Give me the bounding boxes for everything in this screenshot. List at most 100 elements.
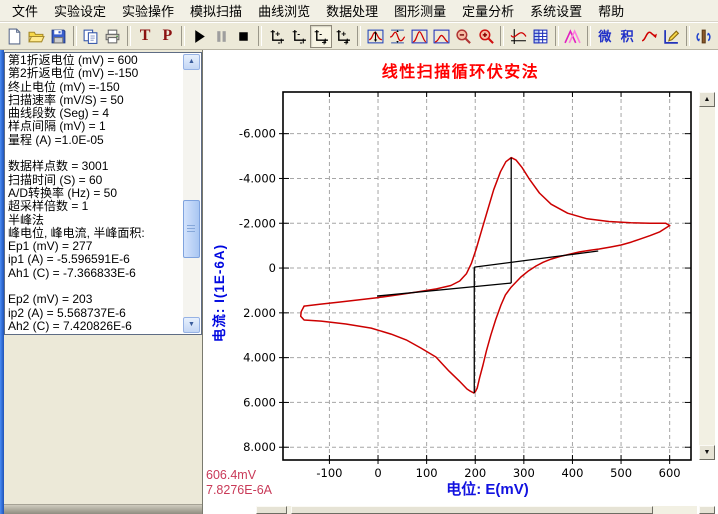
menu-item-9[interactable]: 帮助	[590, 0, 632, 22]
save-file-button[interactable]	[47, 25, 69, 48]
rotate-3d-button[interactable]	[693, 25, 715, 48]
menu-bar: 文件实验设定实验操作模拟扫描曲线浏览数据处理图形测量定量分析系统设置帮助	[0, 0, 718, 22]
y-tick-label: 2.000	[243, 306, 276, 320]
menu-item-1[interactable]: 实验设定	[46, 0, 114, 22]
integral-button[interactable]: 积	[616, 25, 638, 48]
param-line: 量程 (A) =1.0E-05	[8, 134, 182, 147]
svg-text:+: +	[322, 37, 327, 45]
param-line: 超采样倍数 = 1	[8, 200, 182, 213]
param-line: 峰电位, 峰电流, 半峰面积:	[8, 227, 182, 240]
menu-item-8[interactable]: 系统设置	[522, 0, 590, 22]
panel-scrollbar[interactable]: ▲ ▼	[183, 54, 200, 333]
quadrant-plus-plus-button[interactable]: ++	[332, 25, 354, 48]
param-line: Ah2 (C) = 7.420826E-6	[8, 320, 182, 333]
cv-forward-scan-curve	[304, 158, 670, 307]
parameter-panel[interactable]: 第1折返电位 (mV) = 600第2折返电位 (mV) =-150终止电位 (…	[4, 52, 202, 335]
svg-text:-: -	[299, 37, 302, 45]
zoom-out-button[interactable]	[453, 25, 475, 48]
smooth-curve-button[interactable]	[638, 25, 660, 48]
open-file-button[interactable]	[25, 25, 47, 48]
param-line: Ah1 (C) = -7.366833E-6	[8, 267, 182, 280]
copy-button[interactable]	[80, 25, 102, 48]
param-line: 第2折返电位 (mV) =-150	[8, 67, 182, 80]
derivative-icon: 微	[598, 30, 611, 43]
y-tick-label: 6.000	[243, 395, 276, 409]
parameter-text: 第1折返电位 (mV) = 600第2折返电位 (mV) =-150终止电位 (…	[8, 54, 182, 333]
chart-vertical-scrollbar[interactable]: ▲ ▼	[699, 92, 715, 460]
param-line	[8, 280, 182, 293]
chart-scroll-up-button[interactable]: ▲	[699, 92, 715, 107]
data-table-button[interactable]	[529, 25, 551, 48]
text-label-p-button[interactable]: P	[156, 25, 178, 48]
quadrant-minus-plus-button[interactable]: -+	[310, 25, 332, 48]
window-bottom-edge	[4, 504, 202, 514]
panel-scroll-down-button[interactable]: ▼	[183, 317, 200, 333]
quadrant-minus-plus-icon: -+	[312, 28, 329, 45]
cv-plot[interactable]: -6.000-4.000-2.00002.0004.0006.0008.000-…	[203, 50, 718, 514]
quadrant-minus-minus-button[interactable]: --	[287, 25, 309, 48]
panel-scroll-track[interactable]	[183, 70, 200, 317]
peak-autoscale-button[interactable]	[364, 25, 386, 48]
run-button[interactable]	[188, 25, 210, 48]
x-tick-label: -100	[316, 466, 342, 480]
curve-axes-button[interactable]	[507, 25, 529, 48]
x-tick-label: 0	[374, 466, 381, 480]
quadrant-plus-minus-button[interactable]: +-	[265, 25, 287, 48]
peak-window-button[interactable]	[408, 25, 430, 48]
y-tick-label: 8.000	[243, 440, 276, 454]
menu-item-3[interactable]: 模拟扫描	[182, 0, 250, 22]
y-tick-label: -4.000	[239, 171, 276, 185]
scroll-grip-icon	[187, 225, 195, 234]
integral-icon: 积	[621, 30, 634, 43]
zoom-in-button[interactable]	[475, 25, 497, 48]
x-tick-label: 600	[659, 466, 681, 480]
menu-item-6[interactable]: 图形测量	[386, 0, 454, 22]
smooth-curve-icon	[641, 28, 658, 45]
param-line: 数据样点数 = 3001	[8, 160, 182, 173]
chart-scrollbar-corner	[699, 506, 715, 514]
overlay-curves-button[interactable]	[562, 25, 584, 48]
zoom-in-icon	[478, 28, 495, 45]
text-label-p-icon: P	[162, 28, 172, 44]
param-line: 样点间隔 (mV) = 1	[8, 120, 182, 133]
menu-item-7[interactable]: 定量分析	[454, 0, 522, 22]
curve-compress-button[interactable]	[386, 25, 408, 48]
stop-button[interactable]	[233, 25, 255, 48]
anodic-baseline	[377, 283, 511, 296]
overlay-curves-icon	[564, 28, 581, 45]
new-file-button[interactable]	[3, 25, 25, 48]
zoom-out-icon	[455, 28, 472, 45]
y-tick-label: -6.000	[239, 127, 276, 141]
toolbar-separator	[127, 26, 131, 46]
curve-compress-icon	[389, 28, 406, 45]
toolbar-separator	[258, 26, 262, 46]
arrow-up-icon: ▲	[188, 58, 195, 65]
chart-hscroll-left-button[interactable]	[256, 506, 287, 514]
peak-window-icon	[411, 28, 428, 45]
print-button[interactable]	[102, 25, 124, 48]
chart-vscroll-track[interactable]	[699, 107, 715, 445]
new-file-icon	[6, 28, 23, 45]
toolbar-separator	[357, 26, 361, 46]
pause-button[interactable]	[211, 25, 233, 48]
toolbar-separator	[500, 26, 504, 46]
annotate-button[interactable]	[660, 25, 682, 48]
menu-item-0[interactable]: 文件	[4, 0, 46, 22]
toolbar-separator	[555, 26, 559, 46]
y-axis-label: 电流: I(1E-6A)	[208, 193, 226, 393]
quadrant-plus-plus-icon: ++	[334, 28, 351, 45]
menu-item-2[interactable]: 实验操作	[114, 0, 182, 22]
derivative-button[interactable]: 微	[594, 25, 616, 48]
text-label-t-button[interactable]: T	[134, 25, 156, 48]
peak-window-small-button[interactable]	[431, 25, 453, 48]
panel-scroll-up-button[interactable]: ▲	[183, 54, 200, 70]
panel-scroll-thumb[interactable]	[183, 200, 200, 258]
peak-window-small-icon	[433, 28, 450, 45]
menu-item-5[interactable]: 数据处理	[318, 0, 386, 22]
y-tick-label: 0	[269, 261, 276, 275]
menu-item-4[interactable]: 曲线浏览	[250, 0, 318, 22]
param-line: ip1 (A) = -5.596591E-6	[8, 253, 182, 266]
chart-hscroll-thumb[interactable]	[291, 506, 653, 514]
chart-horizontal-scrollbar[interactable]	[287, 506, 697, 514]
chart-scroll-down-button[interactable]: ▼	[699, 445, 715, 460]
